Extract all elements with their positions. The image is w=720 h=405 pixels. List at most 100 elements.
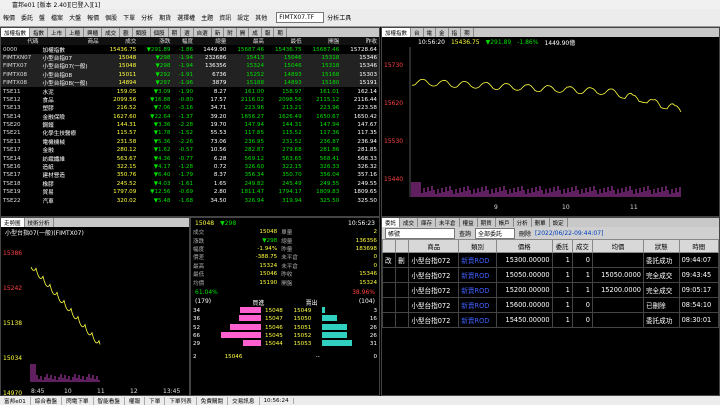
order-cell-0[interactable]: [381, 312, 397, 328]
quote-col-1[interactable]: 商品: [40, 37, 101, 46]
index_chart-tab-1[interactable]: 台: [411, 28, 424, 37]
orders-col-3[interactable]: 類別: [458, 239, 497, 253]
quote-tab-2[interactable]: 上市: [48, 28, 67, 37]
quote-row[interactable]: TSE14 紡織纖維 563.67 ▼4.36 -0.77 6.28 569.12 563.6…: [1, 154, 379, 163]
book-row[interactable]: 36 15047 15050 16: [191, 315, 379, 323]
quote-tab-13[interactable]: 附: [224, 28, 237, 37]
query-button[interactable]: 查詢: [459, 229, 471, 238]
order-cell-1[interactable]: [395, 267, 410, 283]
quote-row[interactable]: TSE11 水泥 159.05 ▼3.09 -1.90 8.27 161.00 158.97 1…: [1, 87, 379, 96]
quote-col-8[interactable]: 開盤: [303, 37, 342, 46]
orders-col-2[interactable]: 商品: [408, 239, 460, 253]
quote-row[interactable]: FIMTX08 小型台指08 15011 ▼292 -1.91 6736 15252 1489…: [1, 70, 379, 79]
order-cell-0[interactable]: [381, 267, 397, 283]
quote-row[interactable]: TSE13 電機機械 231.58 ▼5.36 -2.26 73.06 236.95 231.…: [1, 138, 379, 146]
fut_chart-tab-0[interactable]: 走勢圖: [1, 218, 25, 227]
menu-item-13[interactable]: 設定: [234, 13, 252, 22]
orders-col-1[interactable]: [395, 239, 410, 253]
quote-col-3[interactable]: 漲跌: [138, 37, 173, 46]
orders-tab-6[interactable]: 帳戶: [496, 218, 514, 227]
index_chart-tab-4[interactable]: 指: [449, 28, 462, 37]
menu-item-7[interactable]: 下單: [120, 13, 138, 22]
quote-col-9[interactable]: 昨收: [341, 37, 379, 46]
symbol-input[interactable]: FIMTX07.TF: [276, 12, 325, 23]
menu-item-10[interactable]: 選擇權: [174, 13, 198, 22]
quote-tab-9[interactable]: 期: [169, 28, 182, 37]
index_chart-tab-5[interactable]: 期: [461, 28, 474, 37]
quote-row[interactable]: TSE14 金融保險 1627.60 ▼22.64 -1.37 39.20 1656.27 1…: [1, 113, 379, 121]
quote-tab-14[interactable]: 開: [237, 28, 250, 37]
quote-row[interactable]: TSE18 橡膠 245.52 ▼4.03 -1.61 1.65 249.82 245.49 2…: [1, 180, 379, 188]
book-row[interactable]: 66 15045 15052 26: [191, 332, 379, 340]
orders-tab-0[interactable]: 委託: [382, 218, 401, 227]
menu-item-1[interactable]: 委託: [18, 13, 36, 22]
quote-col-7[interactable]: 最低: [266, 37, 304, 46]
book-row[interactable]: 29 15044 15053 31: [191, 340, 379, 348]
quote-tab-16[interactable]: 報: [262, 28, 275, 37]
quote-row[interactable]: FIMTX07 小型台指07(一般) 15048 ▼298 -1.94 136356 153…: [1, 62, 379, 71]
menu-item-2[interactable]: 盤: [36, 13, 48, 22]
quote-row[interactable]: TSE22 汽車 320.02 ▼5.48 -1.68 34.50 326.94 319.94…: [1, 196, 379, 205]
order-type-select[interactable]: 全部委託: [475, 227, 516, 239]
orders-col-5[interactable]: 委託: [551, 239, 573, 253]
quote-row[interactable]: 0000 加權指數 15436.75 ▼291.89 -1.86 1449.90 15687…: [1, 45, 379, 54]
orders-col-8[interactable]: 狀態: [642, 239, 680, 253]
menu-item-0[interactable]: 報價: [0, 13, 18, 22]
quote-tab-3[interactable]: 上櫃: [66, 28, 85, 37]
order-cell-0[interactable]: [381, 282, 397, 298]
orders-col-6[interactable]: 成交: [571, 239, 594, 253]
orders-tab-2[interactable]: 庫存: [418, 218, 437, 227]
index_chart-tab-0[interactable]: 加權指數: [382, 28, 412, 37]
orders-tab-3[interactable]: 未平倉: [436, 218, 460, 227]
quote-row[interactable]: TSE16 造紙 322.15 ▼4.17 -1.28 0.72 326.60 322.15 3…: [1, 163, 379, 171]
order-cell-1[interactable]: 刪: [395, 252, 410, 268]
quote-tab-17[interactable]: 期: [274, 28, 287, 37]
order-cell-1[interactable]: [395, 312, 410, 328]
quote-row[interactable]: TSE17 金融 280.12 ▼1.62 -0.57 10.56 282.87 279.68…: [1, 146, 379, 154]
order-row[interactable]: 小型台指072 新賣ROD 15600.00000 1 0 已刪除 08:54:10: [381, 297, 720, 313]
delete-button[interactable]: 刪除: [519, 229, 531, 238]
index_chart-tab-3[interactable]: 金: [436, 28, 449, 37]
status-item-0[interactable]: 富邦e01: [0, 396, 31, 405]
quote-col-6[interactable]: 最高: [228, 37, 267, 46]
quote-col-0[interactable]: 代碼: [1, 37, 41, 46]
menu-item-14[interactable]: 其他: [252, 13, 270, 22]
status-item-1[interactable]: 綜合看盤: [31, 396, 63, 405]
quote-tab-7[interactable]: 類股: [133, 28, 151, 37]
quote-tab-6[interactable]: 觀: [120, 28, 133, 37]
analysis-tools-menu[interactable]: 分析工具: [324, 13, 354, 22]
quote-col-5[interactable]: 總量: [195, 37, 229, 46]
quote-tab-4[interactable]: 興櫃: [84, 28, 103, 37]
quote-row[interactable]: TSE17 建材營造 350.76 ▼6.40 -1.79 8.37 356.34 350.7…: [1, 171, 379, 179]
order-row[interactable]: 改刪小型台指072 新賣ROD 15300.00000 1 0 委託成功 09:44:07: [381, 252, 720, 268]
orders-tab-1[interactable]: 成交: [400, 218, 419, 227]
order-cell-1[interactable]: [395, 282, 410, 298]
quote-col-4[interactable]: 幅度: [172, 37, 196, 46]
order-row[interactable]: 小型台指072 新賣ROD 15050.00000 1 1 15050.0000 完全成交 0…: [381, 267, 720, 283]
quote-tab-11[interactable]: 自選: [194, 28, 212, 37]
quote-tab-15[interactable]: 成: [249, 28, 262, 37]
quote-col-2[interactable]: 成交: [100, 37, 139, 46]
quote-row[interactable]: FIMTX08 小型台指08(一般) 14894 ▼297 -1.96 3879 15188…: [1, 78, 379, 88]
orders-col-4[interactable]: 價格: [495, 239, 553, 253]
menu-item-4[interactable]: 大盤: [66, 13, 84, 22]
orders-tab-5[interactable]: 期貨: [478, 218, 496, 227]
quote-row[interactable]: TSE20 鋼鐵 144.31 ▼3.36 -2.28 19.70 147.94 144.31…: [1, 121, 379, 129]
order-row[interactable]: 小型台指072 新賣ROD 15450.00000 1 0 委託成功 08:30:01: [381, 312, 720, 328]
quote-tab-0[interactable]: 加權指數: [1, 28, 31, 37]
orders-col-0[interactable]: [381, 239, 397, 253]
quote-row[interactable]: TSE12 食品 2099.56 ▼16.88 -0.80 17.57 2116.02 209…: [1, 96, 379, 104]
orders-tab-4[interactable]: 權益: [460, 218, 478, 227]
quote-tab-1[interactable]: 指數: [30, 28, 49, 37]
quote-row[interactable]: TSE21 化學生技醫療 115.57 ▼1.78 -1.52 55.53 117.85 11…: [1, 129, 379, 137]
menu-item-11[interactable]: 主題: [198, 13, 216, 22]
index_chart-tab-2[interactable]: 電: [424, 28, 437, 37]
quote-tab-12[interactable]: 新: [212, 28, 225, 37]
menu-item-5[interactable]: 報價: [84, 13, 102, 22]
fut_chart-tab-1[interactable]: 技術分析: [25, 218, 54, 227]
quote-row[interactable]: FIMTXN07 小型台指07 15048 ▼298 -1.94 232686 15413 1…: [1, 53, 379, 63]
menu-item-9[interactable]: 期貨: [156, 13, 174, 22]
orders-tab-8[interactable]: 刪單: [532, 218, 550, 227]
quote-row[interactable]: TSE19 貿易 1797.09 ▼12.56 -0.69 2.80 1811.47 1794…: [1, 188, 379, 196]
quote-row[interactable]: TSE13 塑膠 216.52 ▼7.06 -3.16 34.71 223.96 213.21…: [1, 104, 379, 112]
